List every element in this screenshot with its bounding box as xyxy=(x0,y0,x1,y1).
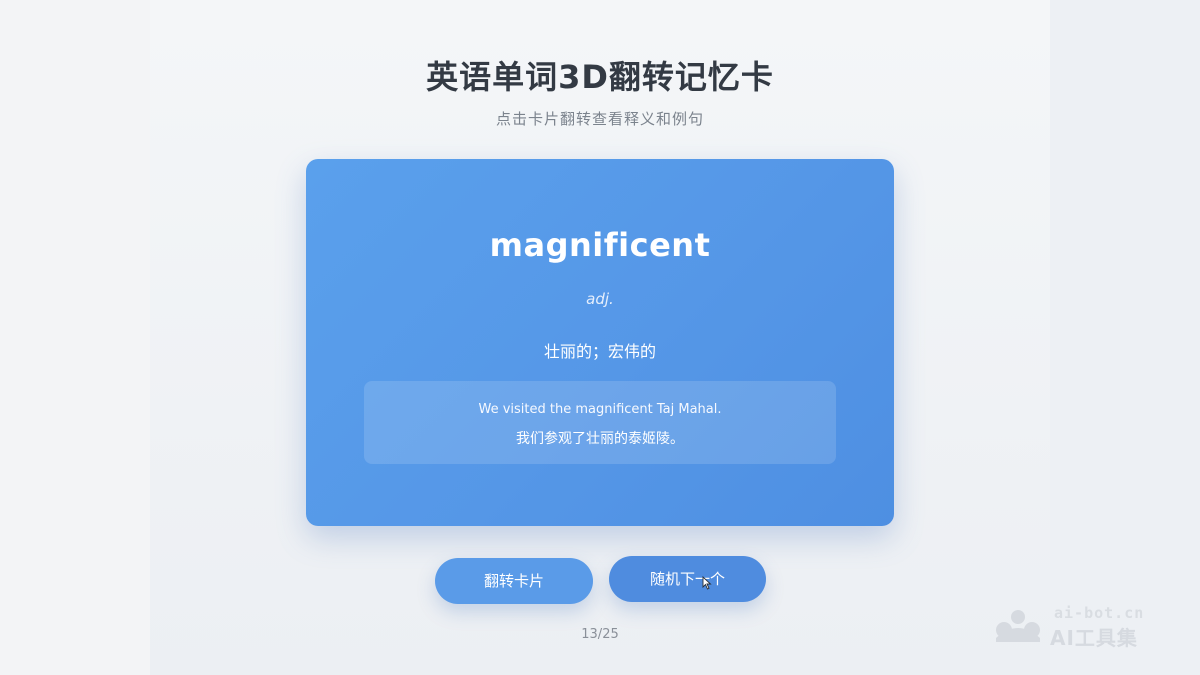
example-sentence-zh: 我们参观了壮丽的泰姬陵。 xyxy=(516,431,684,447)
example-sentence-en: We visited the magnificent Taj Mahal. xyxy=(478,402,722,417)
watermark-name: AI工具集 xyxy=(1050,626,1138,650)
watermark-domain: ai-bot.cn xyxy=(1054,604,1145,622)
watermark: ai-bot.cn AI工具集 xyxy=(992,604,1192,650)
page-title: 英语单词3D翻转记忆卡 xyxy=(426,58,774,96)
flip-card-button[interactable]: 翻转卡片 xyxy=(435,558,593,604)
card-word: magnificent xyxy=(489,226,711,264)
pointer-cursor-icon xyxy=(702,576,712,590)
card-part-of-speech: adj. xyxy=(586,290,614,308)
example-box xyxy=(364,381,836,464)
random-next-button[interactable]: 随机下一个 xyxy=(609,556,766,602)
page-subtitle: 点击卡片翻转查看释义和例句 xyxy=(495,110,704,128)
card-meaning: 壮丽的；宏伟的 xyxy=(543,342,656,361)
cloud-logo-icon xyxy=(996,610,1040,642)
